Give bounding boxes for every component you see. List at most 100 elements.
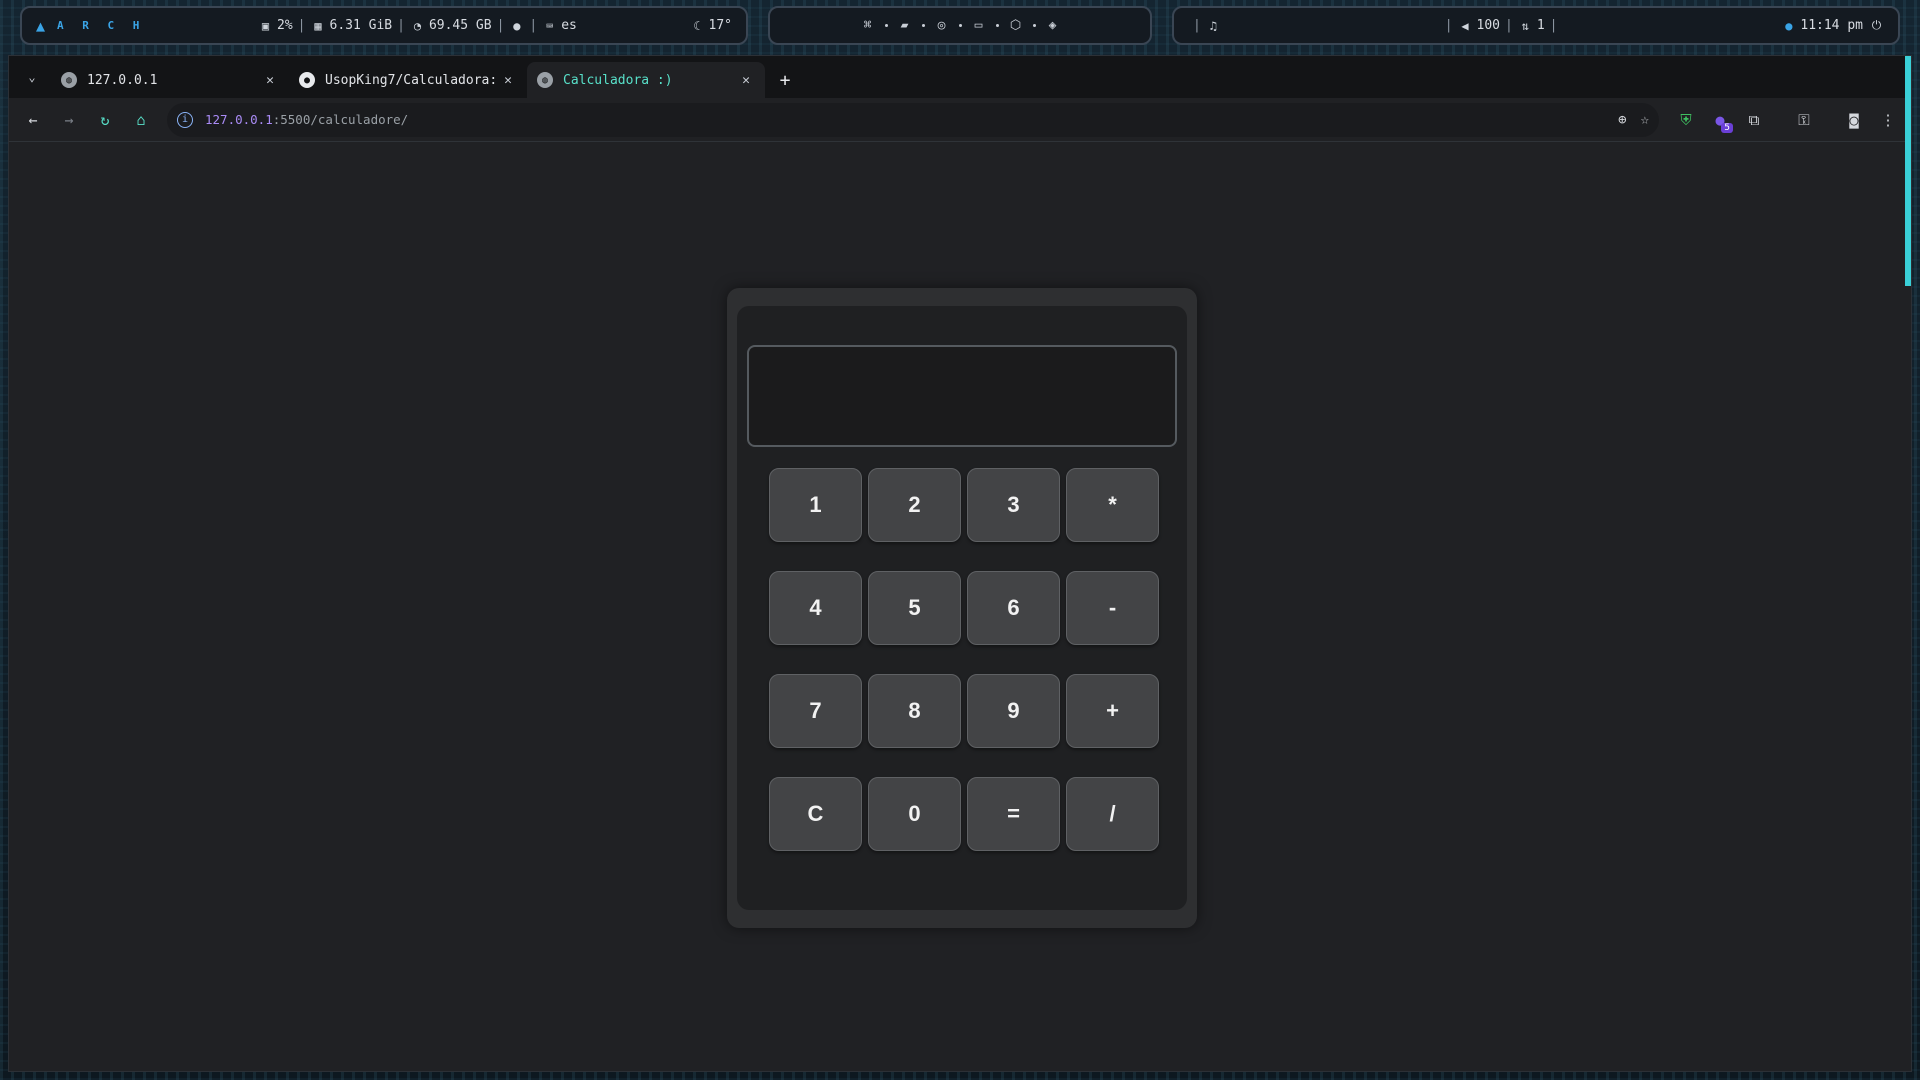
clock-widget: ● 11:14 pm (1781, 18, 1863, 33)
key-1[interactable]: 1 (769, 468, 862, 542)
dot-separator (1032, 24, 1036, 27)
tab-title: Calculadora :) (563, 72, 673, 88)
key-5[interactable]: 5 (868, 571, 961, 645)
key-add[interactable]: + (1066, 674, 1159, 748)
back-button[interactable]: ← (17, 104, 49, 136)
screenshot-icon[interactable]: ◎ (933, 17, 951, 35)
gamepad-icon[interactable]: ◈ (1044, 17, 1062, 35)
reload-button[interactable]: ↻ (89, 104, 121, 136)
key-8[interactable]: 8 (868, 674, 961, 748)
moon-icon: ☾ (693, 18, 701, 33)
ad-blocker-shield-icon[interactable]: ⛨ (1671, 105, 1701, 135)
music-icon[interactable]: ♫ (1206, 18, 1221, 33)
weather-temp: 17° (708, 18, 732, 33)
arch-logo-icon: ▲ (36, 16, 52, 35)
key-6[interactable]: 6 (967, 571, 1060, 645)
separator: | (529, 18, 538, 33)
tab-localhost[interactable]: ◍ 127.0.0.1 ✕ (51, 62, 289, 98)
calculator: 1 2 3 * 4 5 6 - 7 8 9 + C 0 = / (727, 288, 1197, 928)
separator: | (297, 18, 306, 33)
address-bar[interactable]: i 127.0.0.1 :5500/calculadore/ ⊕ ☆ (167, 102, 1659, 137)
volume-value: 100 (1476, 18, 1501, 33)
forward-button[interactable]: → (53, 104, 85, 136)
ram-widget: ▦ 6.31 GiB (311, 18, 393, 33)
key-equals[interactable]: = (967, 777, 1060, 851)
weather-widget: ☾ 17° (690, 18, 732, 33)
separator: | (1505, 18, 1513, 33)
zoom-icon[interactable]: ⊕ (1618, 112, 1626, 128)
speaker-icon: ◀ (1461, 18, 1469, 33)
page-content: 1 2 3 * 4 5 6 - 7 8 9 + C 0 = / (9, 143, 1911, 1071)
clock-value: 11:14 pm (1800, 18, 1863, 33)
home-button[interactable]: ⌂ (125, 104, 157, 136)
cube-icon[interactable]: ⬡ (1007, 17, 1025, 35)
tab-title: UsopKing7/Calculadora: (325, 72, 498, 88)
dot-separator (958, 24, 962, 27)
updates-value: 1 (1536, 18, 1545, 33)
bookmark-star-icon[interactable]: ☆ (1641, 112, 1649, 128)
key-2[interactable]: 2 (868, 468, 961, 542)
tab-github[interactable]: ● UsopKing7/Calculadora: ✕ (289, 62, 527, 98)
cpu-widget: ▣ 2% (258, 18, 293, 33)
key-7[interactable]: 7 (769, 674, 862, 748)
arch-text: A R C H (57, 19, 146, 32)
calendar-icon: ● (1785, 18, 1793, 33)
key-3[interactable]: 3 (967, 468, 1060, 542)
key-subtract[interactable]: - (1066, 571, 1159, 645)
separator: | (1549, 18, 1558, 33)
browser-toolbar: ← → ↻ ⌂ i 127.0.0.1 :5500/calculadore/ ⊕… (9, 98, 1911, 142)
keyboard-layout-value: es (561, 18, 577, 33)
tab-search-button[interactable]: ⌄ (19, 64, 45, 90)
chat-icon[interactable]: ▭ (970, 17, 988, 35)
separator: | (1444, 18, 1453, 33)
key-divide[interactable]: / (1066, 777, 1159, 851)
cpu-icon: ▣ (261, 18, 270, 33)
site-info-icon[interactable]: i (177, 111, 193, 128)
tab-close-icon[interactable]: ✕ (499, 71, 517, 89)
separator: | (496, 18, 505, 33)
window-scrollbar[interactable] (1905, 56, 1911, 286)
menu-kebab-icon[interactable]: ⋮ (1873, 105, 1903, 135)
disk-icon: ◔ (413, 18, 422, 33)
dot-separator (995, 24, 999, 27)
extension-badge: 5 (1721, 122, 1733, 133)
url-path: :5500/calculadore/ (272, 112, 409, 127)
volume-widget[interactable]: ◀ 100 (1458, 18, 1500, 33)
key-clear[interactable]: C (769, 777, 862, 851)
cpu-value: 2% (277, 18, 293, 33)
separator: | (397, 18, 405, 33)
new-tab-button[interactable]: + (771, 66, 799, 94)
dot-separator (921, 24, 925, 27)
keyboard-icon: ⌨ (546, 18, 554, 33)
key-4[interactable]: 4 (769, 571, 862, 645)
tab-close-icon[interactable]: ✕ (261, 71, 279, 89)
tab-calculadora[interactable]: ◍ Calculadora :) ✕ (527, 62, 765, 98)
disk-value: 69.45 GB (428, 18, 492, 33)
tab-strip: ⌄ ◍ 127.0.0.1 ✕ ● UsopKing7/Calculadora:… (9, 56, 1911, 98)
extension-with-badge-icon[interactable]: ● 5 (1705, 105, 1735, 135)
profile-avatar-icon[interactable]: ◙ (1839, 105, 1869, 135)
keyboard-layout-widget[interactable]: ⌨ es (542, 18, 577, 33)
user-icon[interactable]: ● (509, 18, 524, 33)
key-multiply[interactable]: * (1066, 468, 1159, 542)
status-bar-left: ▲ A R C H ▣ 2% | ▦ 6.31 GiB | ◔ 69.45 GB… (20, 6, 748, 45)
url-host: 127.0.0.1 (205, 112, 273, 127)
arch-launcher[interactable]: ▲ A R C H (36, 17, 145, 35)
separator: | (1193, 18, 1201, 33)
status-bar-right: | ♫ | ◀ 100 | ⇅ 1 | ● 11:14 pm ⏻ (1172, 6, 1900, 45)
power-icon[interactable]: ⏻ (1869, 18, 1884, 33)
key-0[interactable]: 0 (868, 777, 961, 851)
folder-icon[interactable]: ▰ (896, 17, 914, 35)
ram-value: 6.31 GiB (329, 18, 393, 33)
globe-icon: ◍ (61, 72, 77, 88)
browser-window: ⌄ ◍ 127.0.0.1 ✕ ● UsopKing7/Calculadora:… (8, 55, 1912, 1072)
calculator-display (747, 345, 1177, 447)
terminal-icon[interactable]: ⌘ (859, 17, 877, 35)
password-key-icon[interactable]: ⚿ (1789, 105, 1819, 135)
extensions-puzzle-icon[interactable]: ⧉ (1739, 105, 1769, 135)
tab-close-icon[interactable]: ✕ (737, 71, 755, 89)
updates-widget[interactable]: ⇅ 1 (1518, 18, 1545, 33)
memory-icon: ▦ (314, 18, 322, 33)
tab-title: 127.0.0.1 (87, 72, 158, 88)
key-9[interactable]: 9 (967, 674, 1060, 748)
